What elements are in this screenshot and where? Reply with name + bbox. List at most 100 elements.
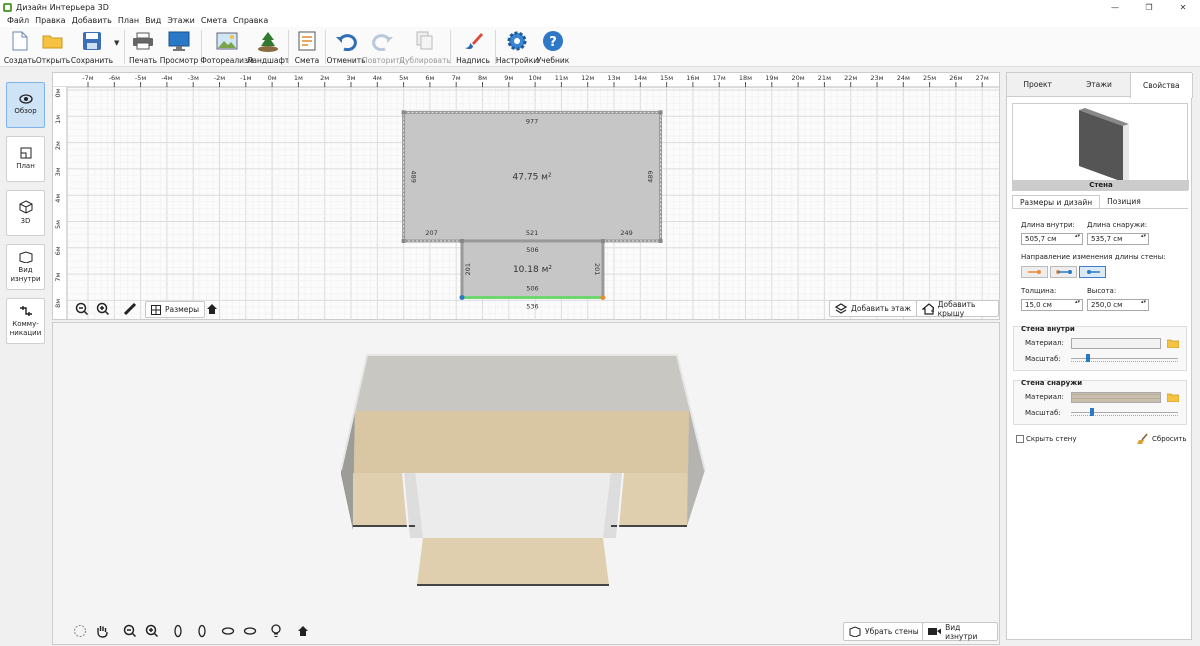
plan-canvas[interactable]: -7м -6м -5м -4м -3м -2м -1м 0м 1м 2м 3м 4м 5м 6м 7м 8м 9…	[53, 73, 1000, 320]
direction-right-button[interactable]	[1079, 266, 1106, 278]
outside-scale-thumb[interactable]	[1089, 408, 1094, 416]
zoom-in-3d-button[interactable]	[143, 622, 161, 640]
rotate-left-button[interactable]	[169, 622, 187, 640]
add-floor-button[interactable]: Добавить этаж	[829, 300, 917, 317]
photoreal-button[interactable]: Фотореализм	[200, 27, 254, 67]
outside-material-swatch[interactable]	[1071, 392, 1161, 403]
dim-room-main-bottom-right: 249	[620, 229, 632, 237]
add-roof-label: Добавить крышу	[937, 299, 976, 318]
height-input[interactable]: 250,0 см	[1087, 299, 1149, 311]
wall-handle-right	[600, 295, 606, 301]
ruler-top-label: -5м	[135, 74, 146, 82]
open-button[interactable]: Открыть	[36, 27, 70, 67]
folder-icon[interactable]	[1167, 393, 1179, 402]
label-button[interactable]: Надпись	[453, 27, 493, 67]
view-3d[interactable]: Убрать стены Вид изнутри	[52, 322, 1000, 645]
home-icon	[298, 626, 308, 636]
inside-scale-slider[interactable]	[1071, 354, 1179, 362]
wall-corner	[600, 238, 605, 243]
zoom-out-3d-button[interactable]	[121, 622, 139, 640]
preview-label: Просмотр	[159, 56, 199, 65]
tilt-down-button[interactable]	[241, 622, 259, 640]
plan-icon	[20, 147, 31, 159]
length-outside-input[interactable]: 535,7 см	[1087, 233, 1149, 245]
inside-view-button[interactable]: Вид изнутри	[6, 244, 45, 290]
inside-material-swatch[interactable]	[1071, 338, 1161, 349]
arrow-right-icon	[1086, 270, 1100, 274]
plan-button[interactable]: План	[6, 136, 45, 182]
pan-button[interactable]	[93, 622, 111, 640]
dim-room-alcove-left: 201	[464, 263, 472, 275]
estimate-button[interactable]: Смета	[291, 27, 323, 67]
overview-button[interactable]: Обзор	[6, 82, 45, 128]
reset-button[interactable]: Сбросить	[1152, 435, 1187, 443]
landscape-label: Ландшафт	[246, 56, 290, 65]
ruler-top-label: 9м	[504, 74, 513, 82]
tutorial-button[interactable]: ? Учебник	[536, 27, 570, 67]
save-button[interactable]: Сохранить	[70, 27, 114, 67]
menu-file[interactable]: Файл	[4, 16, 32, 25]
plan-view[interactable]: -7м -6м -5м -4м -3м -2м -1м 0м 1м 2м 3м 4м 5м 6м 7м 8м 9…	[52, 72, 1000, 320]
view3d-button[interactable]: 3D	[6, 190, 45, 236]
broom-icon[interactable]	[1137, 433, 1149, 445]
home-button[interactable]	[203, 300, 221, 318]
rotate-360-button[interactable]	[71, 622, 89, 640]
menu-view[interactable]: Вид	[142, 16, 164, 25]
direction-both-button[interactable]	[1050, 266, 1077, 278]
save-dropdown-icon[interactable]: ▼	[114, 27, 122, 47]
tilt-up-button[interactable]	[219, 622, 237, 640]
ruler-top-label: 5м	[399, 74, 408, 82]
menu-add[interactable]: Добавить	[69, 16, 115, 25]
menu-edit[interactable]: Правка	[32, 16, 68, 25]
preview-button[interactable]: Просмотр	[159, 27, 199, 67]
settings-button[interactable]: Настройки	[496, 27, 538, 67]
subtab-size-design[interactable]: Размеры и дизайн	[1012, 195, 1101, 208]
communications-label: Комму-никации	[9, 319, 42, 337]
landscape-button[interactable]: Ландшафт	[247, 27, 289, 67]
close-button[interactable]: ✕	[1166, 0, 1200, 14]
subtab-position[interactable]: Позиция	[1100, 195, 1148, 208]
inside-view-3d-button[interactable]: Вид изнутри	[922, 622, 998, 641]
length-inside-input[interactable]: 505,7 см	[1021, 233, 1083, 245]
outside-scale-label: Масштаб:	[1025, 409, 1061, 417]
ruler-top-label: 10м	[529, 74, 542, 82]
hand-icon	[97, 626, 108, 638]
undo-button[interactable]: Отменить	[326, 27, 366, 67]
zoom-in-button[interactable]	[94, 300, 112, 318]
redo-button[interactable]: Повторить	[362, 27, 404, 67]
home-3d-button[interactable]	[294, 622, 312, 640]
thickness-input[interactable]: 15,0 см	[1021, 299, 1083, 311]
folder-icon[interactable]	[1167, 339, 1179, 348]
remove-walls-button[interactable]: Убрать стены	[843, 622, 925, 641]
menu-estimate[interactable]: Смета	[198, 16, 230, 25]
dimensions-button[interactable]: Размеры	[145, 301, 206, 318]
add-roof-button[interactable]: Добавить крышу	[916, 299, 999, 318]
ruler-top-label: 0м	[268, 74, 277, 82]
tutorial-label: Учебник	[536, 56, 570, 65]
home-icon	[207, 304, 217, 314]
room-3d-render[interactable]	[53, 323, 1001, 646]
create-button[interactable]: Создать	[4, 27, 36, 67]
duplicate-button[interactable]: Дублировать	[399, 27, 451, 67]
tab-floors[interactable]: Этажи	[1068, 73, 1129, 96]
tab-project[interactable]: Проект	[1007, 73, 1068, 96]
outside-scale-slider[interactable]	[1071, 408, 1179, 416]
minimize-button[interactable]: —	[1098, 0, 1132, 14]
menu-plan[interactable]: План	[115, 16, 142, 25]
direction-left-button[interactable]	[1021, 266, 1048, 278]
tab-properties[interactable]: Свойства	[1129, 73, 1193, 98]
communications-button[interactable]: Комму-никации	[6, 298, 45, 344]
rotate-right-button[interactable]	[193, 622, 211, 640]
cube-icon	[19, 200, 32, 214]
menu-help[interactable]: Справка	[230, 16, 271, 25]
inside-scale-thumb[interactable]	[1085, 354, 1090, 362]
menu-floors[interactable]: Этажи	[164, 16, 198, 25]
measure-button[interactable]	[121, 300, 139, 318]
maximize-button[interactable]: ❐	[1132, 0, 1166, 14]
dim-room-main-top: 977	[526, 117, 538, 125]
print-button[interactable]: Печать	[127, 27, 159, 67]
zoom-out-button[interactable]	[73, 300, 91, 318]
ruler-icon	[123, 302, 137, 316]
light-button[interactable]	[267, 622, 285, 640]
hide-wall-checkbox[interactable]	[1016, 435, 1024, 443]
